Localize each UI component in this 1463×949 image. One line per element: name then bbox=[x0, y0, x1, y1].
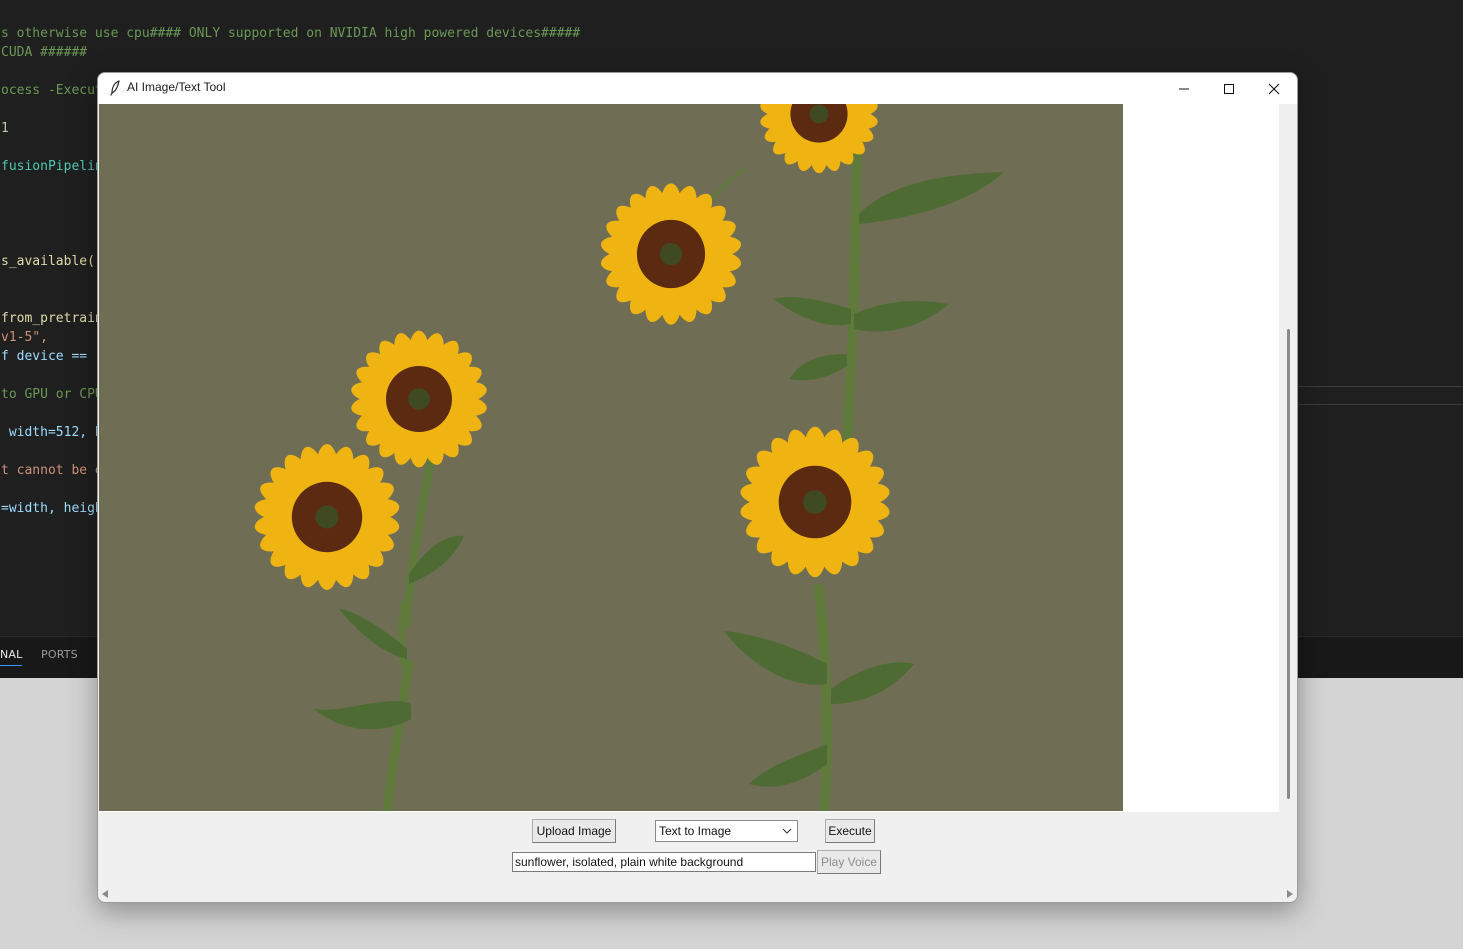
code-line: 1 bbox=[1, 121, 9, 136]
code-line: v1-5", bbox=[1, 330, 48, 345]
play-voice-button[interactable]: Play Voice bbox=[817, 850, 881, 874]
code-line: t cannot be e bbox=[1, 463, 103, 478]
code-line: =width, heigh bbox=[1, 501, 103, 516]
maximize-icon bbox=[1224, 83, 1234, 94]
chevron-down-icon bbox=[782, 828, 792, 834]
controls-panel: Upload Image Text to Image Execute Play … bbox=[98, 812, 1297, 902]
code-line: width=512, h bbox=[1, 425, 103, 440]
feather-icon bbox=[110, 80, 120, 96]
editor-divider bbox=[1290, 386, 1463, 387]
code-line: f device == ' bbox=[1, 349, 103, 364]
tab-terminal[interactable]: NAL bbox=[0, 648, 23, 666]
tab-ports[interactable]: PORTS bbox=[41, 648, 78, 661]
maximize-button[interactable] bbox=[1206, 73, 1252, 104]
code-line: CUDA ###### bbox=[1, 45, 88, 60]
execute-button[interactable]: Execute bbox=[825, 819, 875, 843]
scroll-right-arrow-icon[interactable] bbox=[1286, 889, 1294, 899]
code-line: s otherwise use cpu#### ONLY supported o… bbox=[1, 26, 581, 41]
minimize-button[interactable] bbox=[1161, 73, 1207, 104]
mode-select-value: Text to Image bbox=[659, 824, 732, 838]
window-title: AI Image/Text Tool bbox=[127, 80, 226, 94]
minimize-icon bbox=[1179, 88, 1189, 89]
editor-divider bbox=[1290, 404, 1463, 405]
prompt-input[interactable] bbox=[512, 852, 816, 872]
mode-select[interactable]: Text to Image bbox=[655, 820, 798, 842]
horizontal-scrollbar[interactable] bbox=[98, 885, 1297, 901]
scroll-left-arrow-icon[interactable] bbox=[101, 889, 109, 899]
code-line: s_available() bbox=[1, 254, 103, 269]
code-line: ocess -Execut bbox=[1, 83, 103, 98]
generated-sunflower-image bbox=[99, 104, 1123, 811]
close-button[interactable] bbox=[1251, 73, 1297, 104]
image-canvas bbox=[99, 104, 1279, 812]
code-line: fusionPipelin bbox=[1, 159, 103, 174]
title-bar[interactable]: AI Image/Text Tool bbox=[98, 73, 1297, 104]
code-line: from_pretrain bbox=[1, 311, 103, 326]
upload-image-button[interactable]: Upload Image bbox=[532, 819, 616, 843]
app-window: AI Image/Text Tool Upload Image Text to … bbox=[97, 72, 1298, 903]
vertical-scrollbar-thumb[interactable] bbox=[1287, 329, 1290, 799]
code-line: to GPU or CPU bbox=[1, 387, 103, 402]
close-icon bbox=[1268, 83, 1280, 94]
vertical-scrollbar[interactable] bbox=[1281, 104, 1296, 812]
